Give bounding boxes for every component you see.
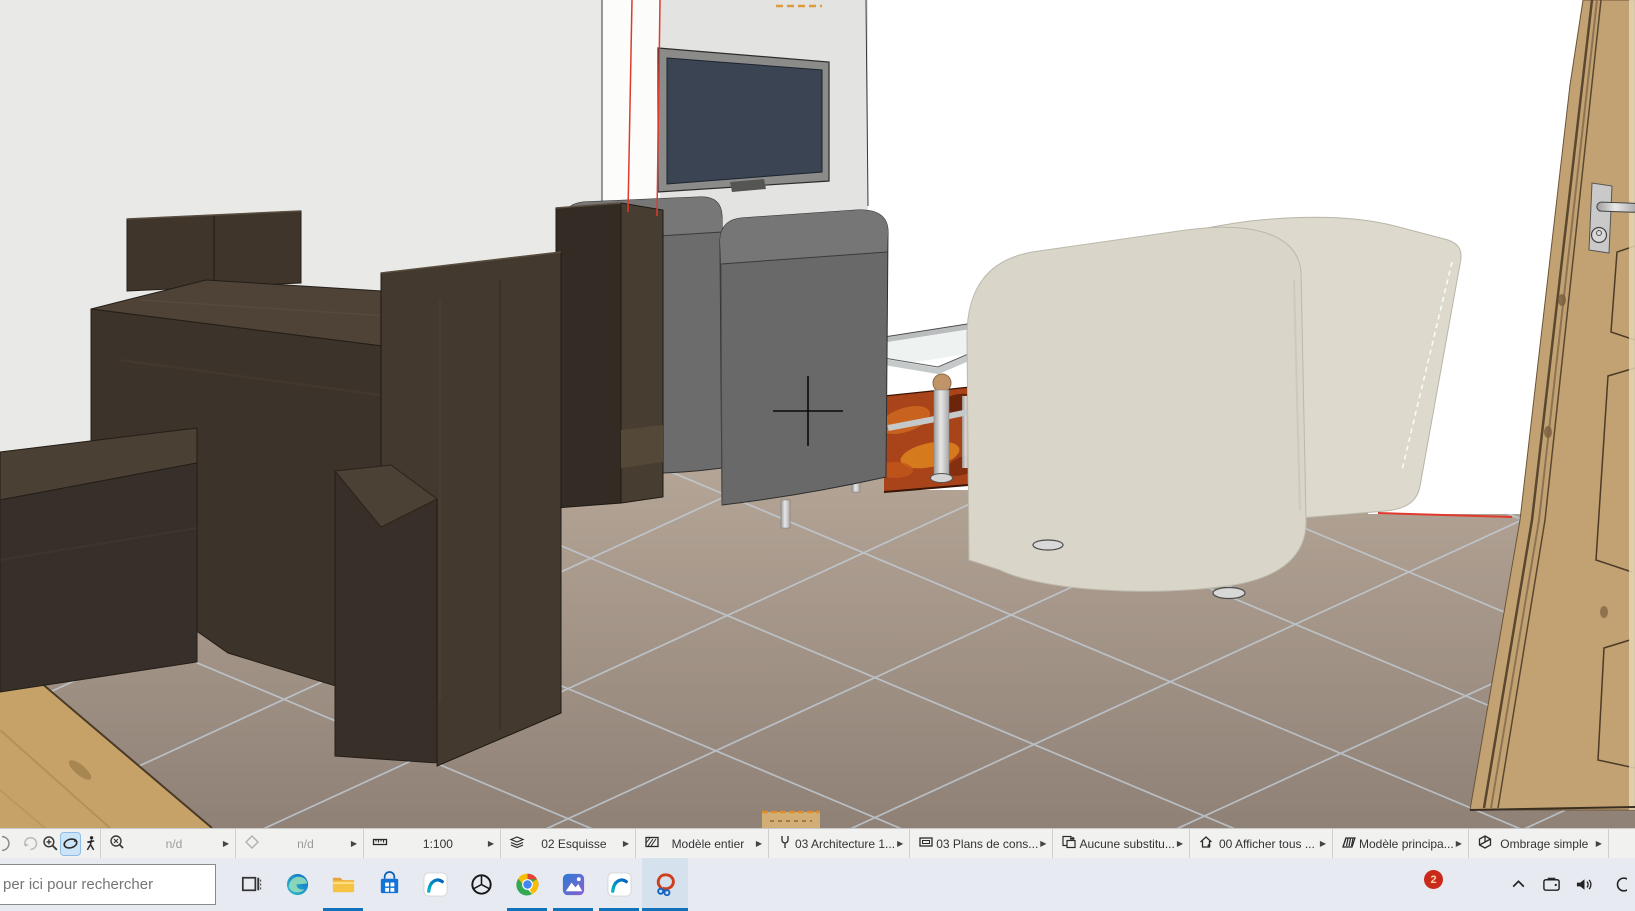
reno-options-icon <box>1341 834 1357 850</box>
taskbar-app-task-view[interactable] <box>228 858 274 911</box>
dropdown-arrow-icon[interactable]: ▶ <box>351 839 357 848</box>
taskbar-app-file-explorer[interactable] <box>320 858 366 911</box>
chatgpt-icon <box>468 871 495 898</box>
zoom-in-tool[interactable] <box>41 833 60 855</box>
tray-volume[interactable] <box>1575 876 1594 893</box>
chair-back-right <box>556 203 663 508</box>
quick-options-bar: n/d ▶ n/d ▶ 1:100 ▶ 02 Esquisse ▶ Modèle… <box>0 828 1635 858</box>
view-tools <box>0 829 101 858</box>
dropdown-arrow-icon[interactable]: ▶ <box>756 839 762 848</box>
bench <box>0 428 197 692</box>
edge-icon <box>284 871 311 898</box>
orbit-icon <box>62 835 79 852</box>
taskbar-app-archicad-2[interactable] <box>596 858 642 911</box>
reno-filter-icon <box>1198 834 1214 850</box>
fit-view-icon <box>109 834 125 850</box>
dropdown-arrow-icon[interactable]: ▶ <box>897 839 903 848</box>
pan-partial-icon <box>2 835 19 852</box>
quick-option-substitution[interactable]: Aucune substitu... ▶ <box>1053 829 1190 858</box>
3d-viewport[interactable] <box>0 0 1635 828</box>
snipping-tool-icon <box>652 871 679 898</box>
dropdown-arrow-icon[interactable]: ▶ <box>488 839 494 848</box>
archicad-window: n/d ▶ n/d ▶ 1:100 ▶ 02 Esquisse ▶ Modèle… <box>0 0 1635 911</box>
taskbar-app-edge[interactable] <box>274 858 320 911</box>
quick-option-scale[interactable]: 1:100 ▶ <box>364 829 501 858</box>
scale-icon <box>372 834 388 850</box>
tablet-icon <box>1542 876 1561 893</box>
quick-option-reno-filter[interactable]: 00 Afficher tous ... ▶ <box>1190 829 1333 858</box>
pens-icon <box>644 834 660 850</box>
substitution-icon <box>1061 834 1077 850</box>
taskbar-app-chrome[interactable] <box>504 858 550 911</box>
pan-partial-tool[interactable] <box>1 833 20 855</box>
volume-icon <box>1575 876 1594 893</box>
quick-option-overrides[interactable]: 03 Plans de cons... ▶ <box>910 829 1053 858</box>
quick-option-fit-view[interactable]: n/d ▶ <box>101 829 236 858</box>
dropdown-arrow-icon[interactable]: ▶ <box>1177 839 1183 848</box>
dropdown-arrow-icon[interactable]: ▶ <box>223 839 229 848</box>
taskbar-app-photos[interactable] <box>550 858 596 911</box>
zoom-in-icon <box>42 835 59 852</box>
dropdown-arrow-icon[interactable]: ▶ <box>1040 839 1046 848</box>
clipped-item-icon <box>1608 876 1627 893</box>
wall-tv <box>658 48 829 192</box>
overrides-icon <box>918 834 934 850</box>
dropdown-arrow-icon[interactable]: ▶ <box>1456 839 1462 848</box>
quick-option-model-view[interactable]: 03 Architecture 1... ▶ <box>769 829 910 858</box>
dropdown-arrow-icon[interactable]: ▶ <box>1320 839 1326 848</box>
archicad-icon <box>422 871 449 898</box>
quick-option-layers[interactable]: 02 Esquisse ▶ <box>501 829 636 858</box>
walk-tool[interactable] <box>81 833 100 855</box>
quick-option-pens[interactable]: Modèle entier ▶ <box>636 829 769 858</box>
tray-tablet[interactable] <box>1542 876 1561 893</box>
chrome-icon <box>514 871 541 898</box>
taskbar-app-snipping-tool[interactable] <box>642 858 688 911</box>
taskbar-app-chatgpt[interactable] <box>458 858 504 911</box>
rotate-disabled-icon <box>22 835 39 852</box>
photos-icon <box>560 871 587 898</box>
layers-icon <box>509 834 525 850</box>
notification-badge[interactable]: 2 <box>1424 870 1443 889</box>
tray-clipped-item[interactable] <box>1608 876 1627 893</box>
rotate-disabled-tool[interactable] <box>21 833 40 855</box>
archicad-2-icon <box>606 871 633 898</box>
model-view-icon <box>777 834 793 850</box>
taskbar-apps <box>228 858 688 911</box>
tray-chevron-up[interactable] <box>1509 876 1528 893</box>
search-input[interactable] <box>0 876 215 893</box>
file-explorer-icon <box>330 871 357 898</box>
quick-option-reno-options[interactable]: Modèle principa... ▶ <box>1333 829 1469 858</box>
quick-option-ref-plane[interactable]: n/d ▶ <box>236 829 364 858</box>
taskbar-app-microsoft-store[interactable] <box>366 858 412 911</box>
windows-taskbar: 2 <box>0 858 1635 911</box>
task-view-icon <box>238 871 265 898</box>
system-tray <box>1509 858 1627 911</box>
microsoft-store-icon <box>376 871 403 898</box>
ref-plane-icon <box>244 834 260 850</box>
taskbar-app-archicad[interactable] <box>412 858 458 911</box>
quick-option-style-3d[interactable]: Ombrage simple ▶ <box>1469 829 1609 858</box>
dropdown-arrow-icon[interactable]: ▶ <box>623 839 629 848</box>
orbit-tool[interactable] <box>61 833 80 855</box>
chevron-up-icon <box>1509 876 1528 893</box>
taskbar-search[interactable] <box>0 864 216 905</box>
dropdown-arrow-icon[interactable]: ▶ <box>1596 839 1602 848</box>
chair-back-left <box>127 211 301 291</box>
edge-model-fragment <box>762 812 820 828</box>
style-3d-icon <box>1477 834 1493 850</box>
walk-icon <box>82 835 99 852</box>
